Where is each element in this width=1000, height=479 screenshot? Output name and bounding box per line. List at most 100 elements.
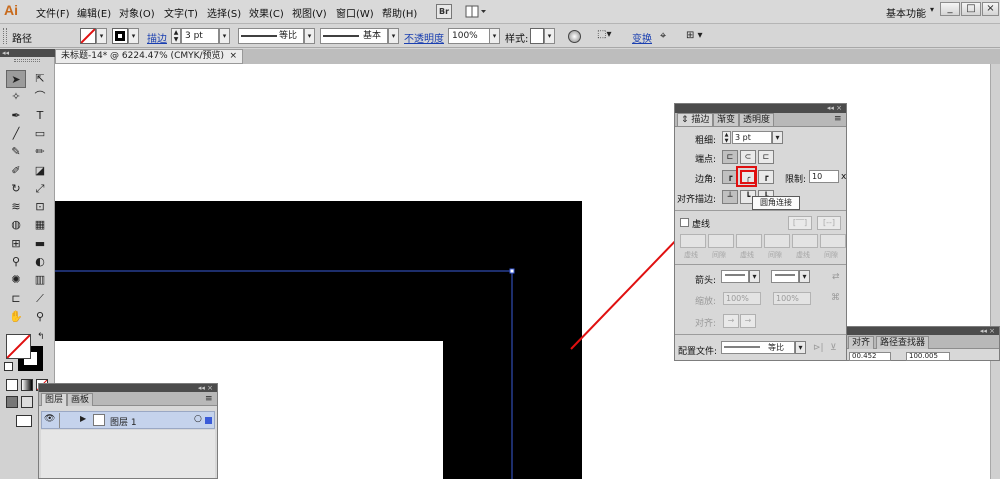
bridge-icon[interactable]: Br [436, 4, 452, 19]
chevron-down-icon[interactable]: ▾ [930, 5, 934, 14]
tab-layers[interactable]: 图层 [41, 393, 68, 406]
fill-dropdown[interactable]: ▾ [96, 28, 107, 44]
maximize-button[interactable]: □ [961, 2, 981, 16]
direct-selection-arrow-tool-icon[interactable]: ⇱ [30, 70, 50, 88]
eyedropper-tool-icon[interactable]: ⚲ [6, 253, 26, 271]
eraser-tool-icon[interactable]: ◪ [30, 162, 50, 180]
weight-field[interactable]: 3 pt [732, 131, 772, 144]
start-arrowhead-select[interactable] [721, 270, 749, 283]
artboard-tool-icon[interactable]: ⊏ [6, 290, 26, 308]
menu-object[interactable]: 对象(O) [119, 5, 155, 20]
w-field[interactable]: 100.005 [906, 352, 950, 361]
visibility-eye-icon[interactable]: 👁 [44, 414, 55, 424]
stroke-weight-field[interactable]: 3 pt [181, 28, 219, 44]
stroke-swatch[interactable] [112, 28, 128, 44]
brush-dropdown[interactable]: ▾ [388, 28, 399, 44]
selection-arrow-tool-icon[interactable]: ➤ [6, 70, 26, 88]
recolor-artwork-icon[interactable] [568, 30, 581, 43]
align-panel-header[interactable]: ◂◂ × [846, 327, 999, 335]
gradient-tool-icon[interactable]: ▬ [30, 235, 50, 253]
profile-select[interactable]: 等比 [721, 341, 795, 354]
vertical-scrollbar[interactable] [990, 64, 1000, 479]
rectangle-tool-icon[interactable]: ▭ [30, 125, 50, 143]
warp-tool-icon[interactable]: ≋ [6, 198, 26, 216]
end-scale-field[interactable]: 100% [773, 292, 811, 305]
free-transform-tool-icon[interactable]: ⊡ [30, 198, 50, 216]
tab-stroke[interactable]: ⇕ 描边 [677, 113, 714, 126]
close-tab-icon[interactable]: × [229, 50, 237, 63]
opacity-field[interactable]: 100% [448, 28, 490, 44]
panel-options-icon[interactable]: ⊞ ▾ [686, 29, 710, 43]
limit-field[interactable]: 10 [809, 170, 839, 183]
tab-pathfinder[interactable]: 路径查找器 [876, 336, 930, 349]
screen-mode-icon[interactable] [16, 415, 32, 427]
dashed-checkbox[interactable] [680, 218, 689, 227]
gap-field-2[interactable] [764, 234, 790, 248]
selection-square-icon[interactable] [205, 417, 212, 424]
tab-gradient[interactable]: 渐变 [713, 113, 740, 126]
blob-brush-tool-icon[interactable]: ✐ [6, 162, 26, 180]
stroke-dropdown[interactable]: ▾ [128, 28, 139, 44]
fill-indicator[interactable] [6, 334, 31, 359]
draw-behind-icon[interactable] [21, 396, 33, 408]
tools-panel-header[interactable]: ◂◂ [0, 49, 55, 57]
dash-field-3[interactable] [792, 234, 818, 248]
menu-type[interactable]: 文字(T) [164, 5, 198, 20]
gap-field-1[interactable] [708, 234, 734, 248]
slice-tool-icon[interactable]: ⟋ [30, 290, 50, 308]
magic-wand-tool-icon[interactable]: ✧ [6, 88, 26, 106]
swap-icon[interactable]: ↰ [37, 332, 45, 342]
menu-help[interactable]: 帮助(H) [382, 5, 417, 20]
pencil-tool-icon[interactable]: ✏ [30, 143, 50, 161]
menu-edit[interactable]: 编辑(E) [77, 5, 111, 20]
profile-dropdown[interactable]: ▾ [304, 28, 315, 44]
panel-menu-icon[interactable]: ≡ [205, 394, 213, 404]
stroke-weight-dropdown[interactable]: ▾ [219, 28, 230, 44]
draw-normal-icon[interactable] [6, 396, 18, 408]
paintbrush-tool-icon[interactable]: ✎ [6, 143, 26, 161]
variable-width-profile[interactable]: 等比 [238, 28, 304, 44]
projecting-cap-button[interactable]: ⊏ [758, 150, 774, 164]
align-grid-icon[interactable]: ⬚▾ [597, 29, 619, 43]
brush-definition[interactable]: 基本 [320, 28, 388, 44]
style-swatch[interactable] [530, 28, 544, 44]
link-scale-icon[interactable]: ⌘ [831, 293, 840, 303]
style-dropdown[interactable]: ▾ [544, 28, 555, 44]
fill-swatch[interactable] [80, 28, 96, 44]
tab-artboards[interactable]: 画板 [67, 393, 94, 406]
menu-select[interactable]: 选择(S) [207, 5, 241, 20]
panel-menu-icon[interactable]: ≡ [834, 114, 842, 124]
mesh-tool-icon[interactable]: ⊞ [6, 235, 26, 253]
end-arrowhead-dropdown[interactable]: ▾ [799, 270, 810, 283]
expand-triangle-icon[interactable]: ▶ [80, 414, 86, 423]
butt-cap-button[interactable]: ⊏ [722, 150, 738, 164]
close-button[interactable]: × [982, 2, 999, 16]
gradient-mode-icon[interactable] [21, 379, 33, 391]
layer-row[interactable]: 👁 ▶ 图层 1 ○ [41, 411, 215, 429]
start-scale-field[interactable]: 100% [723, 292, 761, 305]
arrow-extend-button[interactable]: → [723, 314, 739, 328]
flip-along-icon[interactable]: ⊻ [830, 343, 837, 353]
flip-across-icon[interactable]: ⊳| [813, 343, 824, 353]
pen-tool-icon[interactable]: ✒ [6, 107, 26, 125]
tab-transparency[interactable]: 透明度 [739, 113, 775, 126]
document-tab[interactable]: 未标题-14* @ 6224.47% (CMYK/预览) × [55, 49, 243, 64]
lasso-tool-icon[interactable]: ⌒ [30, 88, 50, 106]
bevel-join-button[interactable]: ┏ [758, 170, 774, 184]
arrange-documents-icon[interactable] [465, 4, 487, 19]
type-tool-icon[interactable]: T [30, 107, 50, 125]
target-circle-icon[interactable]: ○ [194, 414, 202, 424]
menu-view[interactable]: 视图(V) [292, 5, 327, 20]
round-cap-button[interactable]: ⊂ [740, 150, 756, 164]
symbol-sprayer-tool-icon[interactable]: ✺ [6, 271, 26, 289]
layers-panel-header[interactable]: ◂◂ × [39, 384, 217, 392]
weight-stepper[interactable]: ▲ ▼ [722, 131, 731, 144]
minimize-button[interactable]: _ [940, 2, 960, 16]
zoom-tool-icon[interactable]: ⚲ [30, 308, 50, 326]
stroke-weight-stepper[interactable]: ▲ ▼ [171, 28, 181, 44]
isolate-icon[interactable]: ⌖ [660, 29, 674, 43]
end-arrowhead-select[interactable] [771, 270, 799, 283]
blend-tool-icon[interactable]: ◐ [30, 253, 50, 271]
align-center-button[interactable]: ┴ [722, 190, 738, 204]
dash-field-1[interactable] [680, 234, 706, 248]
